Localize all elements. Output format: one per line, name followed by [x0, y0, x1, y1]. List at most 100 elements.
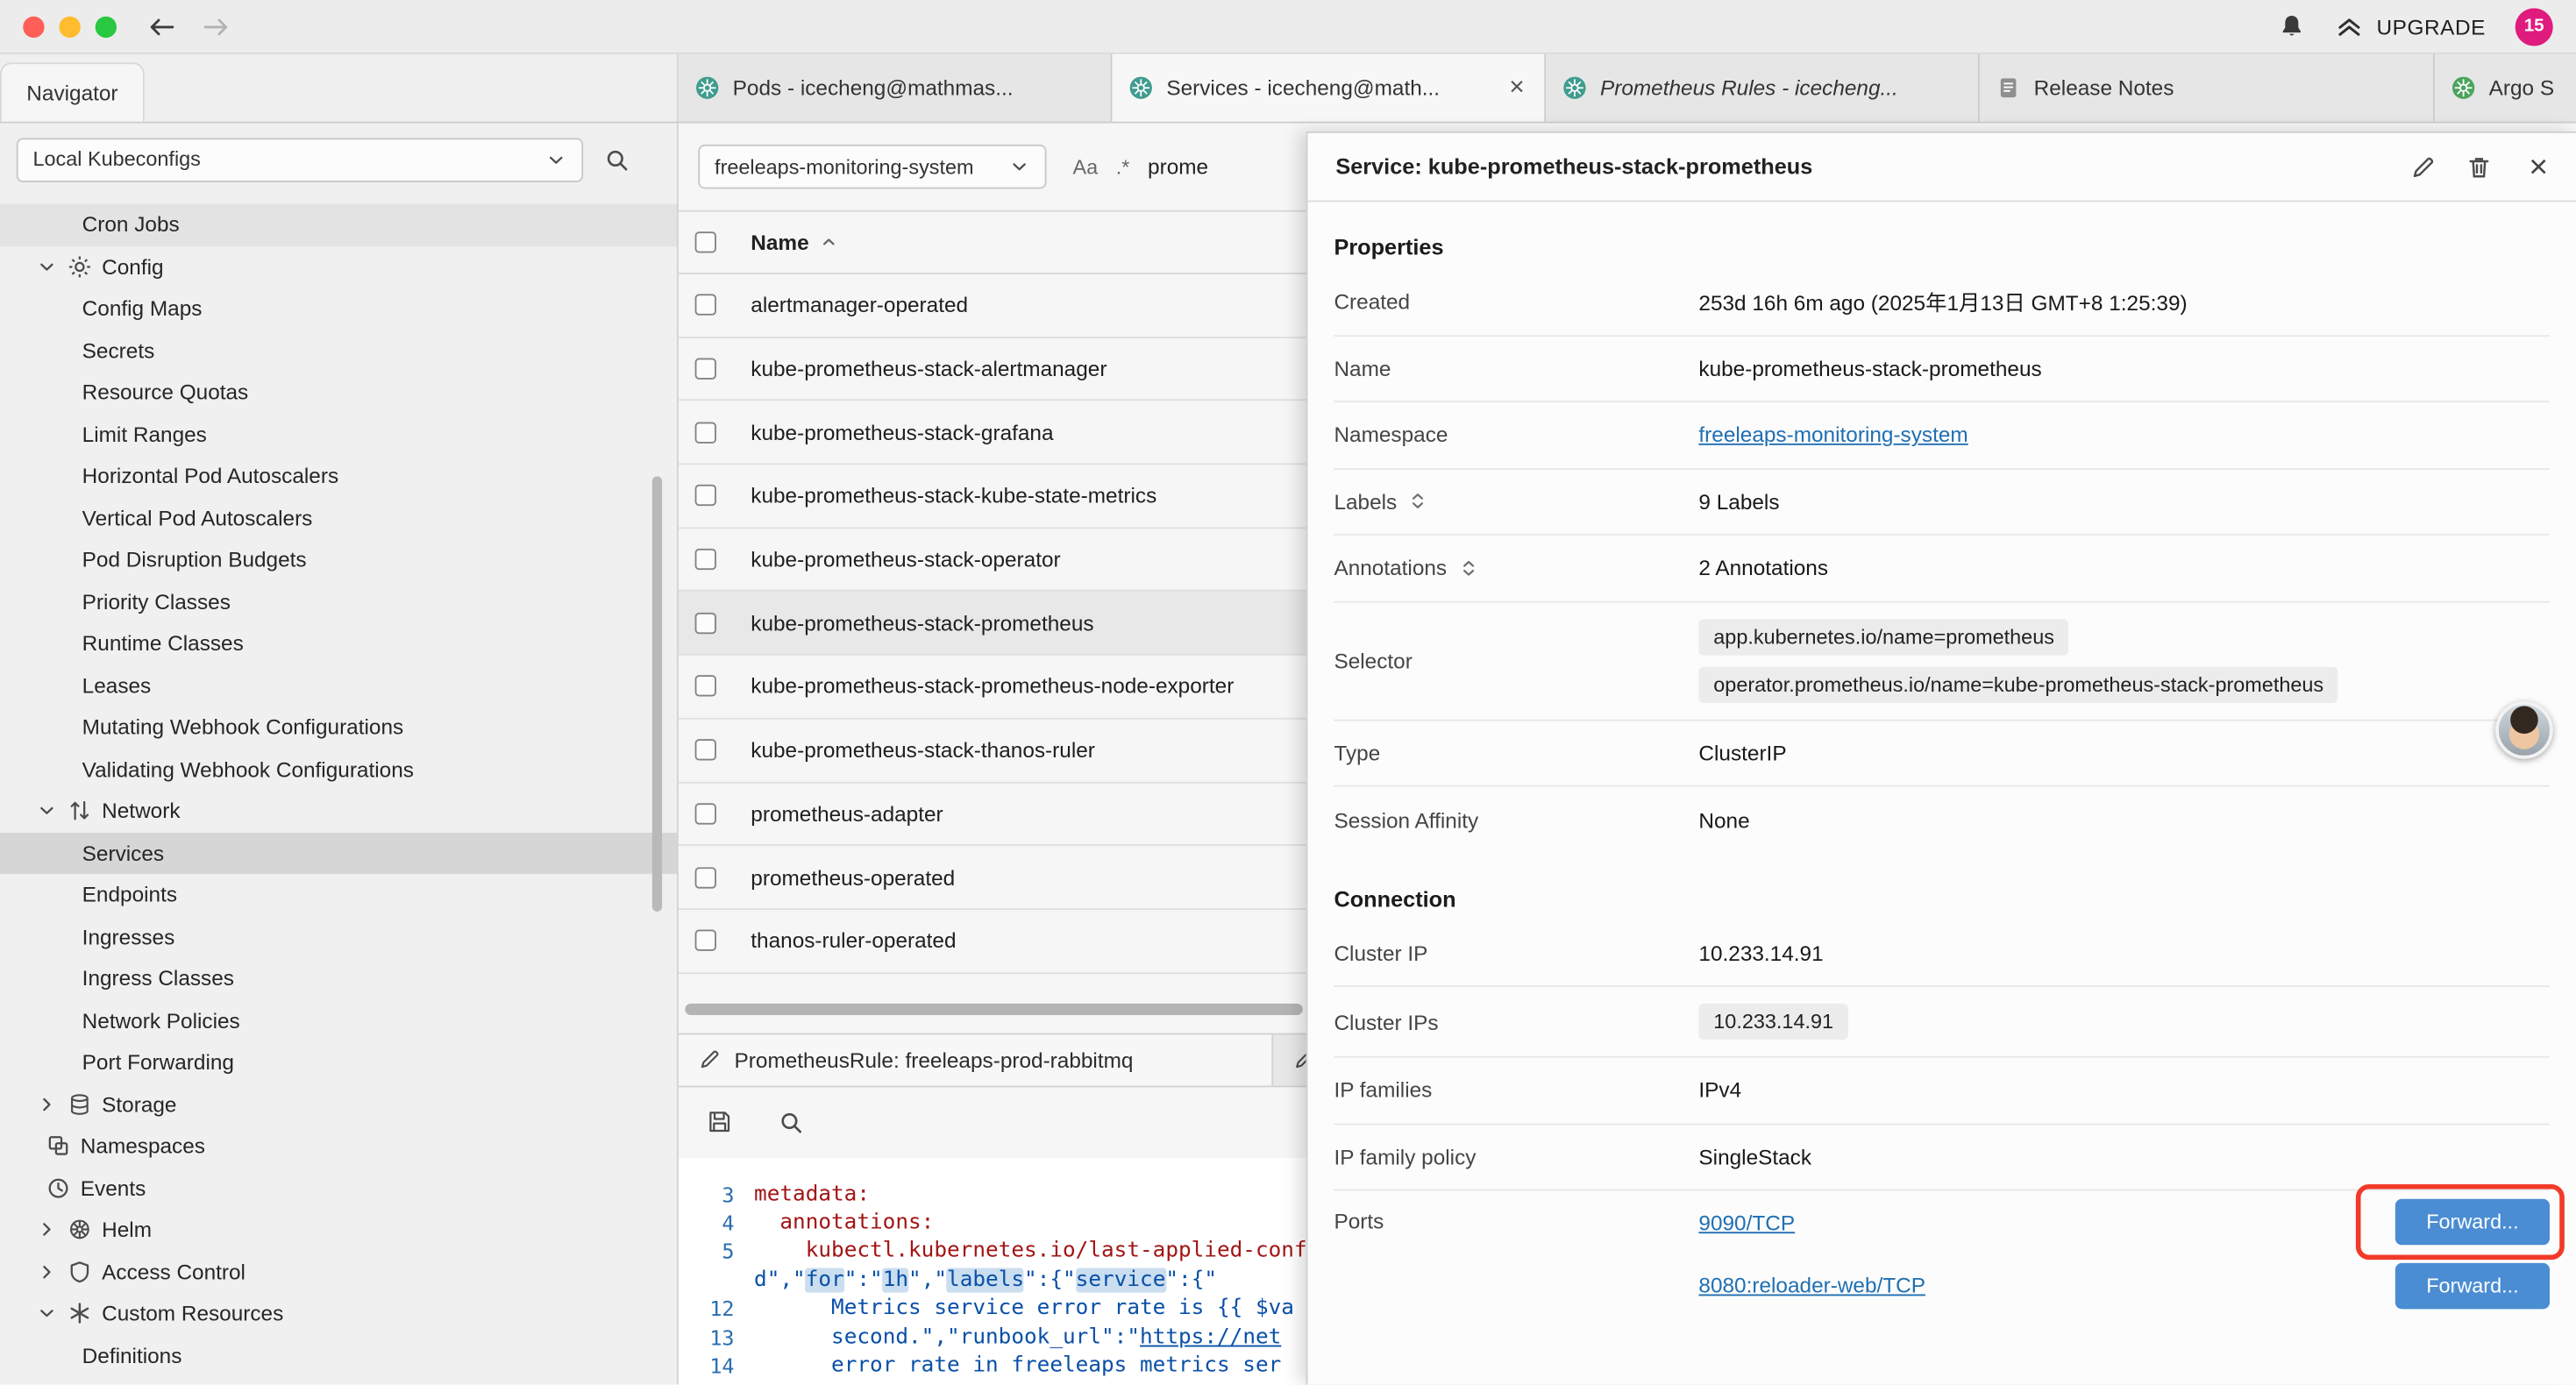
chevron-down-icon[interactable] — [36, 800, 57, 821]
chevron-right-icon[interactable] — [36, 1261, 57, 1282]
sidebar-item-helm[interactable]: Helm — [0, 1209, 677, 1251]
column-header-name[interactable]: Name — [751, 230, 808, 254]
sidebar-item-custom-resources[interactable]: Custom Resources — [0, 1293, 677, 1335]
sort-ascending-icon[interactable] — [821, 233, 839, 252]
sidebar-item-port-forwarding[interactable]: Port Forwarding — [0, 1041, 677, 1083]
kubeconfig-selector[interactable]: Local Kubeconfigs — [17, 137, 583, 181]
detail-value: 10.233.14.91 — [1698, 941, 2550, 965]
sidebar-item-validating-webhook-configurations[interactable]: Validating Webhook Configurations — [0, 748, 677, 790]
row-checkbox[interactable] — [695, 739, 716, 760]
namespace-link[interactable]: freeleaps-monitoring-system — [1698, 423, 1968, 447]
sidebar-item-config-maps[interactable]: Config Maps — [0, 288, 677, 330]
port-link[interactable]: 9090/TCP — [1698, 1210, 1795, 1234]
select-all-checkbox[interactable] — [695, 231, 716, 252]
namespace-filter-select[interactable]: freeleaps-monitoring-system — [698, 145, 1046, 189]
zoom-window-button[interactable] — [96, 16, 117, 37]
sidebar-item-cron-jobs[interactable]: Cron Jobs — [0, 203, 677, 245]
close-tab-icon[interactable]: × — [1506, 73, 1528, 103]
tab-label: Services - icecheng@math... — [1166, 75, 1492, 100]
close-details-icon[interactable]: × — [2529, 150, 2548, 182]
sidebar-item-limit-ranges[interactable]: Limit Ranges — [0, 413, 677, 455]
delete-resource-icon[interactable] — [2466, 153, 2493, 180]
sidebar-item-namespaces[interactable]: Namespaces — [0, 1125, 677, 1167]
sidebar-item-mutating-webhook-configurations[interactable]: Mutating Webhook Configurations — [0, 707, 677, 749]
upgrade-button[interactable]: UPGRADE — [2334, 14, 2486, 39]
sidebar-item-network[interactable]: Network — [0, 790, 677, 832]
row-checkbox[interactable] — [695, 612, 716, 633]
sidebar-item-resource-quotas[interactable]: Resource Quotas — [0, 371, 677, 413]
sidebar-item-secrets[interactable]: Secrets — [0, 330, 677, 372]
sidebar-item-label: Mutating Webhook Configurations — [82, 715, 404, 740]
row-checkbox[interactable] — [695, 486, 716, 507]
navigator-tree: Cron Jobs ConfigConfig MapsSecretsResourc… — [0, 195, 677, 1376]
tab-release-notes[interactable]: Release Notes — [1980, 54, 2435, 122]
kubernetes-icon — [2451, 75, 2476, 100]
sidebar-item-vertical-pod-autoscalers[interactable]: Vertical Pod Autoscalers — [0, 497, 677, 539]
tab-services-icecheng-math[interactable]: Services - icecheng@math... × — [1112, 54, 1546, 122]
port-forward-button[interactable]: Forward... — [2395, 1262, 2550, 1308]
close-window-button[interactable] — [23, 16, 44, 37]
minimize-window-button[interactable] — [59, 16, 80, 37]
sidebar-item-ingress-classes[interactable]: Ingress Classes — [0, 957, 677, 999]
pencil-icon — [698, 1048, 721, 1071]
row-checkbox[interactable] — [695, 359, 716, 380]
sidebar-item-horizontal-pod-autoscalers[interactable]: Horizontal Pod Autoscalers — [0, 455, 677, 497]
sidebar-item-services[interactable]: Services — [0, 832, 677, 874]
history-back-icon[interactable] — [146, 14, 178, 39]
user-avatar[interactable] — [2495, 701, 2553, 759]
edit-resource-icon[interactable] — [2410, 153, 2437, 180]
sidebar-scrollbar[interactable] — [652, 476, 662, 912]
horizontal-scrollbar-thumb[interactable] — [685, 1003, 1303, 1014]
tab-prometheus-rules-icecheng[interactable]: Prometheus Rules - icecheng... — [1546, 54, 1980, 122]
row-checkbox[interactable] — [695, 422, 716, 443]
save-icon[interactable] — [707, 1109, 733, 1135]
sort-icon[interactable] — [1408, 492, 1427, 511]
detail-label: Session Affinity — [1334, 807, 1698, 832]
sidebar-item-label: Cron Jobs — [82, 212, 180, 237]
service-name: kube-prometheus-stack-operator — [751, 547, 1060, 572]
port-link[interactable]: 8080:reloader-web/TCP — [1698, 1274, 1925, 1298]
sidebar-item-leases[interactable]: Leases — [0, 664, 677, 707]
sidebar-item-network-policies[interactable]: Network Policies — [0, 999, 677, 1041]
detail-row-labels: Labels9 Labels — [1334, 469, 2550, 536]
sidebar-item-label: Limit Ranges — [82, 422, 207, 446]
chevron-down-icon[interactable] — [36, 1303, 57, 1324]
port-forward-button[interactable]: Forward... — [2395, 1199, 2550, 1245]
tab-row: Navigator Pods - icecheng@mathmas...Serv… — [0, 54, 2576, 124]
chevron-down-icon[interactable] — [36, 256, 57, 277]
sidebar-search-icon[interactable] — [605, 147, 630, 172]
sidebar-item-runtime-classes[interactable]: Runtime Classes — [0, 622, 677, 664]
row-checkbox[interactable] — [695, 549, 716, 570]
row-checkbox[interactable] — [695, 930, 716, 951]
match-case-toggle[interactable]: Aa — [1073, 155, 1099, 178]
row-checkbox[interactable] — [695, 803, 716, 824]
chevron-right-icon[interactable] — [36, 1219, 57, 1240]
editor-code-text: Metrics service error rate is {{ $va — [754, 1295, 1294, 1324]
sidebar-item-pod-disruption-budgets[interactable]: Pod Disruption Budgets — [0, 539, 677, 581]
search-input[interactable]: prome — [1148, 154, 1208, 179]
sort-icon[interactable] — [1458, 558, 1477, 578]
dock-tab-prometheusrule-freeleaps-prod-rabbitmq[interactable]: PrometheusRule: freeleaps-prod-rabbitmq — [679, 1034, 1273, 1085]
sidebar-item-priority-classes[interactable]: Priority Classes — [0, 580, 677, 622]
sidebar-item-ingresses[interactable]: Ingresses — [0, 916, 677, 958]
search-box[interactable]: Aa .* prome — [1073, 154, 1209, 179]
tab-argo-s[interactable]: Argo S — [2435, 54, 2576, 122]
chevron-right-icon[interactable] — [36, 1093, 57, 1114]
tab-strip: Pods - icecheng@mathmas...Services - ice… — [679, 54, 2576, 122]
sidebar-item-config[interactable]: Config — [0, 245, 677, 288]
row-checkbox[interactable] — [695, 295, 716, 316]
row-checkbox[interactable] — [695, 676, 716, 697]
sidebar-item-events[interactable]: Events — [0, 1167, 677, 1209]
sidebar-item-access-control[interactable]: Access Control — [0, 1251, 677, 1293]
regex-toggle[interactable]: .* — [1116, 155, 1130, 178]
row-checkbox[interactable] — [695, 866, 716, 887]
editor-search-icon[interactable] — [779, 1110, 803, 1134]
sidebar-item-storage[interactable]: Storage — [0, 1083, 677, 1126]
tab-pods-icecheng-mathmas[interactable]: Pods - icecheng@mathmas... — [679, 54, 1113, 122]
history-forward-icon[interactable] — [201, 14, 232, 39]
sidebar-item-endpoints[interactable]: Endpoints — [0, 874, 677, 916]
notification-count-badge[interactable]: 15 — [2516, 7, 2553, 45]
sidebar-item-definitions[interactable]: Definitions — [0, 1334, 677, 1376]
notifications-bell-icon[interactable] — [2278, 13, 2304, 39]
editor-code-text: annotations: — [754, 1209, 934, 1238]
